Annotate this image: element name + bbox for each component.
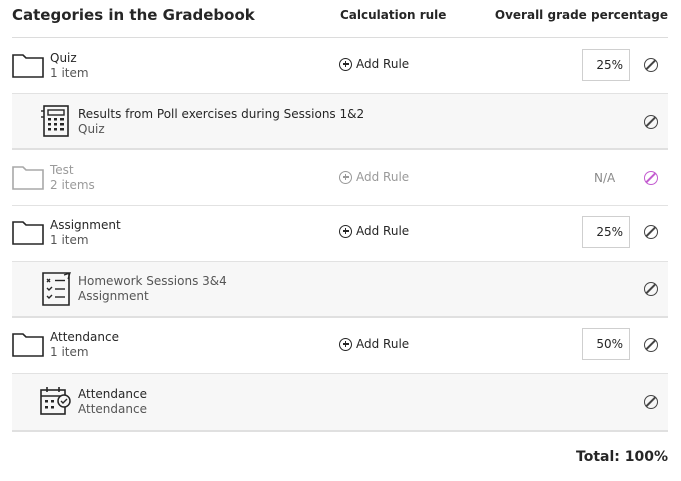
category-name[interactable]: Assignment <box>50 218 121 232</box>
table-header: Categories in the Gradebook Calculation … <box>12 0 668 38</box>
excluded-icon[interactable] <box>644 171 658 185</box>
category-name[interactable]: Test <box>50 163 74 177</box>
item-name[interactable]: Attendance <box>78 387 147 401</box>
category-item-count: 1 item <box>50 233 89 247</box>
item-category: Assignment <box>78 289 149 303</box>
percentage-value: 50 <box>596 337 612 351</box>
add-circle-icon <box>339 170 352 184</box>
percentage-value: 25 <box>596 225 612 239</box>
exclude-icon[interactable] <box>644 58 658 72</box>
percentage-input[interactable]: 25% <box>582 216 630 248</box>
folder-icon <box>12 221 44 245</box>
percentage-na: N/A <box>594 171 616 185</box>
add-rule-button[interactable]: Add Rule <box>339 337 409 351</box>
column-header-overall-percentage: Overall grade percentage <box>494 8 668 22</box>
exclude-icon[interactable] <box>644 225 658 239</box>
category-name[interactable]: Attendance <box>50 330 119 344</box>
add-circle-icon <box>339 224 352 238</box>
calendar-check-icon <box>40 387 71 415</box>
category-item-count: 1 item <box>50 345 89 359</box>
folder-icon <box>12 333 44 357</box>
item-name[interactable]: Results from Poll exercises during Sessi… <box>78 107 364 121</box>
add-circle-icon <box>339 57 352 71</box>
category-item-count: 1 item <box>50 66 89 80</box>
category-row-attendance: Attendance 1 item Add Rule 50% <box>12 318 668 374</box>
exclude-icon[interactable] <box>644 282 658 296</box>
calculator-icon <box>41 105 69 137</box>
total-percentage: Total: 100% <box>576 449 668 465</box>
folder-icon <box>12 54 44 78</box>
column-header-calculation-rule: Calculation rule <box>340 8 447 22</box>
exclude-icon[interactable] <box>644 395 658 409</box>
item-category: Attendance <box>78 402 147 416</box>
item-name[interactable]: Homework Sessions 3&4 <box>78 274 227 288</box>
item-category: Quiz <box>78 122 105 136</box>
percentage-input[interactable]: 25% <box>582 49 630 81</box>
category-item-count: 2 items <box>50 178 95 192</box>
add-rule-label: Add Rule <box>356 170 410 184</box>
percent-sign: % <box>611 337 623 351</box>
add-rule-label: Add Rule <box>356 57 410 71</box>
gradebook-item-row: Attendance Attendance <box>12 374 668 432</box>
category-row-quiz: Quiz 1 item Add Rule 25% <box>12 38 668 94</box>
percent-sign: % <box>611 58 623 72</box>
add-rule-button[interactable]: Add Rule <box>339 57 409 71</box>
exclude-icon[interactable] <box>644 115 658 129</box>
checklist-icon <box>42 272 71 306</box>
percentage-value: 25 <box>596 58 612 72</box>
category-row-test: Test 2 items Add Rule N/A <box>12 150 668 206</box>
percentage-input[interactable]: 50% <box>582 328 630 360</box>
exclude-icon[interactable] <box>644 338 658 352</box>
page-title: Categories in the Gradebook <box>12 6 255 24</box>
add-circle-icon <box>339 337 352 351</box>
gradebook-item-row: Homework Sessions 3&4 Assignment <box>12 262 668 318</box>
category-name[interactable]: Quiz <box>50 51 77 65</box>
category-row-assignment: Assignment 1 item Add Rule 25% <box>12 206 668 262</box>
add-rule-label: Add Rule <box>356 337 410 351</box>
add-rule-button[interactable]: Add Rule <box>339 224 409 238</box>
add-rule-button[interactable]: Add Rule <box>339 170 409 184</box>
percent-sign: % <box>611 225 623 239</box>
folder-icon <box>12 166 44 190</box>
add-rule-label: Add Rule <box>356 224 410 238</box>
gradebook-item-row: Results from Poll exercises during Sessi… <box>12 94 668 150</box>
